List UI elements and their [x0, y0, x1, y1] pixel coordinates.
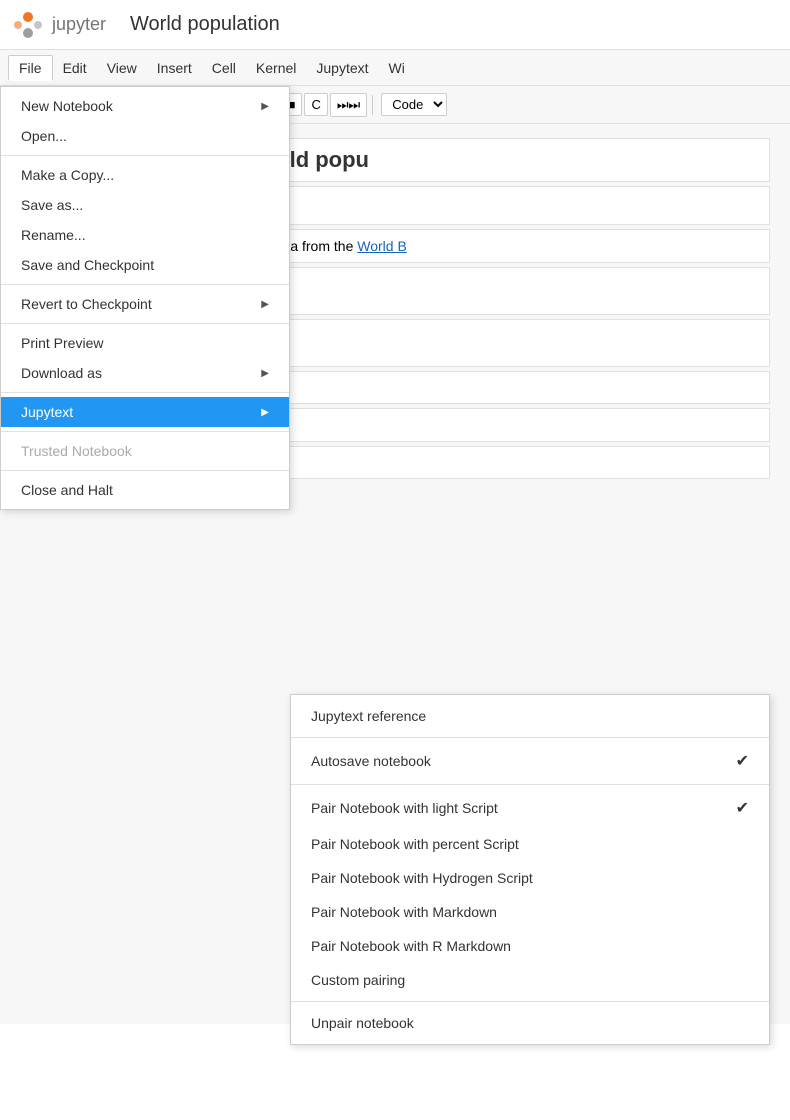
toolbar-sep-3 [372, 95, 373, 115]
menu-cell[interactable]: Cell [202, 56, 246, 80]
submenu-pair-percent[interactable]: Pair Notebook with percent Script [291, 827, 769, 861]
submenu-sep-2 [291, 784, 769, 785]
autosave-check: ✔ [736, 751, 749, 771]
pair-light-check: ✔ [736, 798, 749, 818]
jupyter-logo-icon [12, 9, 44, 41]
menu-insert[interactable]: Insert [147, 56, 202, 80]
jupytext-arrow: ▶ [261, 407, 269, 418]
restart-button[interactable]: C [304, 93, 327, 116]
restart-icon: C [311, 97, 320, 112]
file-dropdown: New Notebook ▶ Open... Make a Copy... Sa… [0, 86, 290, 510]
jupyter-label: jupyter [52, 14, 106, 35]
submenu-autosave[interactable]: Autosave notebook ✔ [291, 742, 769, 780]
new-notebook-arrow: ▶ [261, 101, 269, 112]
separator-4 [1, 392, 289, 393]
menu-new-notebook[interactable]: New Notebook ▶ [1, 91, 289, 121]
submenu-sep-3 [291, 1001, 769, 1002]
menu-view[interactable]: View [97, 56, 147, 80]
submenu-custom-pairing[interactable]: Custom pairing [291, 963, 769, 997]
menu-file[interactable]: File [8, 55, 53, 81]
submenu-pair-markdown[interactable]: Pair Notebook with Markdown [291, 895, 769, 929]
menubar: File Edit View Insert Cell Kernel Jupyte… [0, 50, 790, 86]
revert-arrow: ▶ [261, 299, 269, 310]
separator-6 [1, 470, 289, 471]
menu-jupytext-item[interactable]: Jupytext ▶ [1, 397, 289, 427]
menu-print-preview[interactable]: Print Preview [1, 328, 289, 358]
submenu-pair-light[interactable]: Pair Notebook with light Script ✔ [291, 789, 769, 827]
menu-download-as[interactable]: Download as ▶ [1, 358, 289, 388]
submenu-unpair[interactable]: Unpair notebook [291, 1006, 769, 1040]
menu-save-checkpoint[interactable]: Save and Checkpoint [1, 250, 289, 280]
submenu-jupytext-reference[interactable]: Jupytext reference [291, 699, 769, 733]
restart-run-icon: ⏭⏭ [337, 97, 360, 113]
menu-jupytext[interactable]: Jupytext [306, 56, 378, 80]
submenu-pair-hydrogen[interactable]: Pair Notebook with Hydrogen Script [291, 861, 769, 895]
submenu-pair-rmarkdown[interactable]: Pair Notebook with R Markdown [291, 929, 769, 963]
menu-edit[interactable]: Edit [53, 56, 97, 80]
menu-revert-checkpoint[interactable]: Revert to Checkpoint ▶ [1, 289, 289, 319]
menu-trusted-notebook: Trusted Notebook [1, 436, 289, 466]
notebook-title[interactable]: World population [130, 13, 280, 36]
download-arrow: ▶ [261, 368, 269, 379]
menu-kernel[interactable]: Kernel [246, 56, 306, 80]
jupyter-logo: jupyter [12, 9, 118, 41]
menu-open[interactable]: Open... [1, 121, 289, 151]
header: jupyter World population [0, 0, 790, 50]
restart-run-button[interactable]: ⏭⏭ [330, 93, 367, 117]
menu-rename[interactable]: Rename... [1, 220, 289, 250]
jupytext-submenu: Jupytext reference Autosave notebook ✔ P… [290, 694, 770, 1045]
separator-1 [1, 155, 289, 156]
separator-3 [1, 323, 289, 324]
submenu-sep-1 [291, 737, 769, 738]
world-bank-link[interactable]: World B [357, 238, 407, 254]
menu-make-copy[interactable]: Make a Copy... [1, 160, 289, 190]
menu-close-halt[interactable]: Close and Halt [1, 475, 289, 505]
separator-2 [1, 284, 289, 285]
menu-widgets[interactable]: Wi [379, 56, 415, 80]
cell-type-select[interactable]: Code [381, 93, 447, 116]
menu-save-as[interactable]: Save as... [1, 190, 289, 220]
separator-5 [1, 431, 289, 432]
